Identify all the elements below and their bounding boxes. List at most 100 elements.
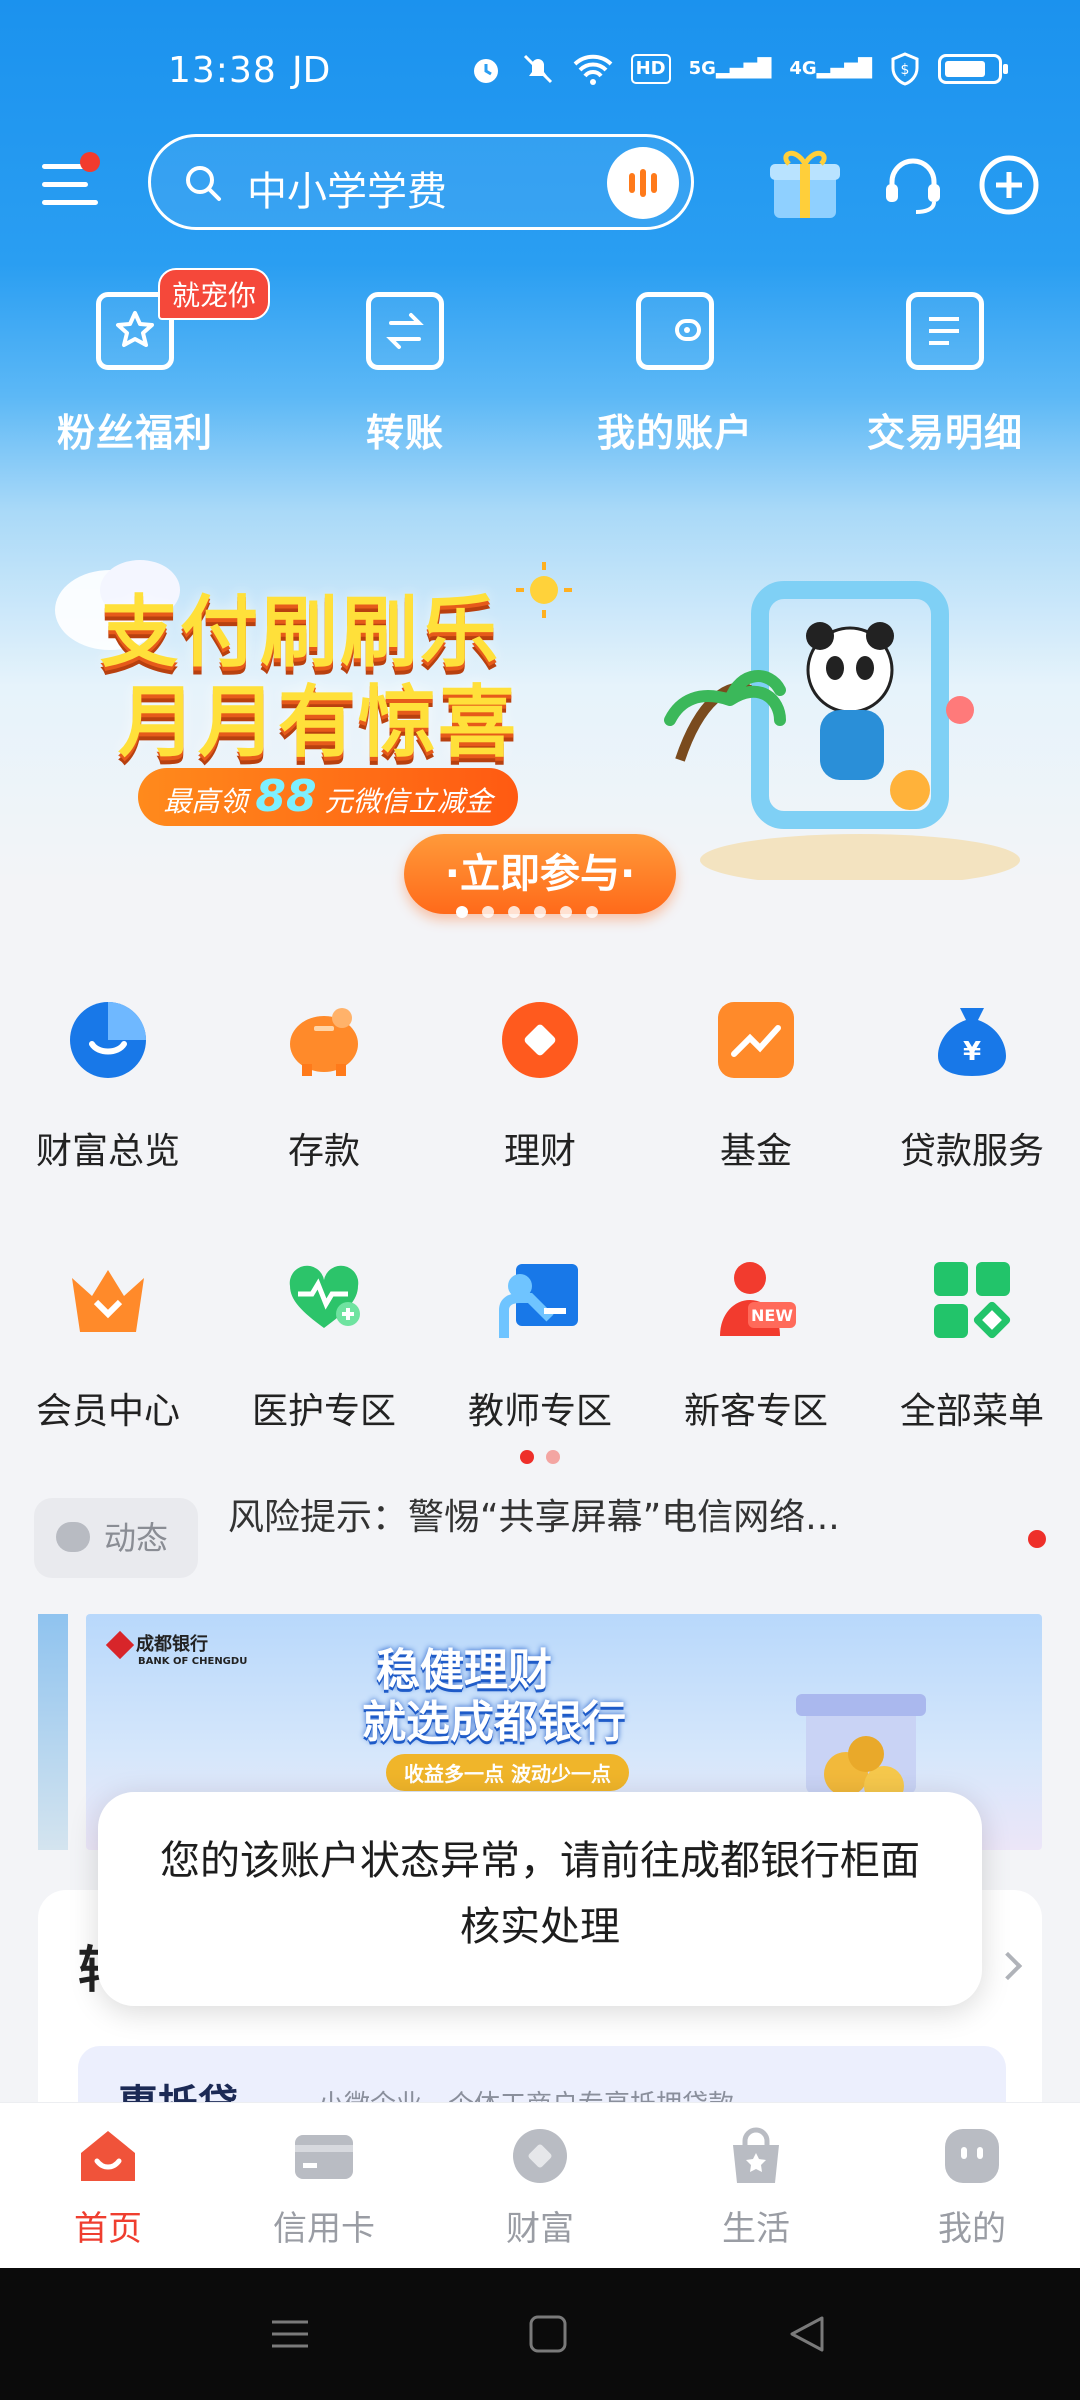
- tab-label: 首页: [74, 2209, 142, 2249]
- battery-icon: [938, 54, 1008, 84]
- crown-icon: [72, 1270, 144, 1332]
- menu-item-teacher[interactable]: 教师专区: [432, 1258, 648, 1434]
- ad-slogan: 收益多一点 波动少一点: [386, 1754, 629, 1791]
- menu-item-label: 医护专区: [251, 1391, 396, 1432]
- menu-item-deposit[interactable]: 存款: [216, 998, 432, 1174]
- voice-search-button[interactable]: [607, 147, 679, 219]
- menu-pager-dots: [520, 1450, 560, 1464]
- home-square-icon[interactable]: [528, 2314, 568, 2354]
- quick-action-label: 我的账户: [596, 411, 753, 455]
- home-icon: [81, 2131, 135, 2181]
- menu-item-label: 新客专区: [683, 1391, 828, 1432]
- quick-action-label: 粉丝福利: [56, 411, 213, 455]
- banner-sub-suffix: 元微信立减金: [324, 785, 493, 818]
- finance-icon: [502, 1002, 578, 1078]
- news-ticker[interactable]: 动态 风险提示：警惕“共享屏幕”电信网络...: [34, 1498, 1046, 1578]
- alarm-icon: [473, 59, 498, 83]
- menu-item-all-menu[interactable]: 全部菜单: [864, 1258, 1080, 1434]
- promo-banner[interactable]: 支付刷刷乐 月月有惊喜 最高领 88 元微信立减金 ·立即参与·: [0, 500, 1080, 920]
- recents-menu-icon[interactable]: [270, 2314, 310, 2354]
- bank-logo: 成都银行 BANK OF CHENGDU: [105, 1630, 248, 1667]
- menu-item-label: 存款: [287, 1131, 360, 1172]
- wallet-icon: [636, 292, 714, 370]
- menu-item-label: 基金: [719, 1131, 792, 1172]
- tab-mine[interactable]: 我的: [864, 2127, 1080, 2250]
- banner-title-line2: 月月有惊喜: [118, 678, 519, 768]
- menu-item-fund[interactable]: 基金: [648, 998, 864, 1174]
- new-customer-icon: NEW: [720, 1262, 796, 1336]
- menu-item-new-customer[interactable]: NEW 新客专区: [648, 1258, 864, 1434]
- search-placeholder: 中小学学费: [247, 169, 447, 215]
- join-now-button[interactable]: ·立即参与·: [404, 834, 676, 914]
- menu-item-member-center[interactable]: 会员中心: [0, 1258, 216, 1434]
- bottom-tab-bar: 首页 信用卡 财富 生活 我的: [0, 2102, 1080, 2268]
- tab-wealth[interactable]: 财富: [432, 2127, 648, 2250]
- gift-icon[interactable]: [760, 134, 850, 224]
- quick-action-transactions[interactable]: 交易明细: [810, 292, 1080, 457]
- menu-item-loan[interactable]: ¥ 贷款服务: [864, 998, 1080, 1174]
- transfer-icon: [366, 292, 444, 370]
- ad-carousel-prev-peek: [38, 1614, 68, 1850]
- menu-item-label: 会员中心: [35, 1391, 180, 1432]
- tab-label: 我的: [938, 2209, 1006, 2249]
- receipt-icon: [906, 292, 984, 370]
- sun-icon: [516, 562, 572, 618]
- pager-dot: [586, 906, 598, 918]
- pager-dot: [534, 906, 546, 918]
- banner-pager-dots: [456, 906, 598, 918]
- quick-action-transfer[interactable]: 转账: [270, 292, 540, 457]
- banner-subtitle: 最高领 88 元微信立减金: [138, 768, 518, 826]
- menu-item-label: 全部菜单: [899, 1391, 1044, 1432]
- quick-actions: 就宠你 粉丝福利 转账 我的账户 交易明细: [0, 268, 1080, 462]
- quick-action-label: 交易明细: [866, 411, 1023, 455]
- top-bar: 中小学学费: [0, 134, 1080, 230]
- menu-icon[interactable]: [42, 152, 102, 212]
- tab-label: 生活: [722, 2209, 790, 2249]
- wealth-icon: [513, 2129, 567, 2183]
- credit-card-icon: [295, 2135, 353, 2179]
- svg-text:¥: ¥: [963, 1037, 981, 1067]
- pager-dot: [546, 1450, 560, 1464]
- menu-item-label: 贷款服务: [899, 1131, 1044, 1172]
- medical-icon: [289, 1265, 360, 1328]
- status-carrier: JD: [292, 50, 331, 91]
- svg-text:NEW: NEW: [751, 1306, 793, 1325]
- chevron-right-icon[interactable]: [993, 1951, 1023, 1981]
- menu-item-wealth-overview[interactable]: 财富总览: [0, 998, 216, 1174]
- customer-service-icon[interactable]: [880, 152, 946, 218]
- menu-item-medical[interactable]: 医护专区: [216, 1258, 432, 1434]
- pager-dot: [456, 906, 468, 918]
- banner-sub-prefix: 最高领: [163, 785, 248, 818]
- tab-credit-card[interactable]: 信用卡: [216, 2127, 432, 2250]
- signal-5g-icon: 5G▂▄▆█: [688, 58, 772, 79]
- all-menu-icon: [934, 1262, 1011, 1339]
- quick-action-fans-welfare[interactable]: 就宠你 粉丝福利: [0, 268, 270, 457]
- search-input[interactable]: 中小学学费: [148, 134, 694, 230]
- profile-face-icon: [945, 2129, 999, 2183]
- quick-action-my-account[interactable]: 我的账户: [540, 292, 810, 457]
- news-tag-label: 动态: [104, 1519, 169, 1557]
- pager-dot-active: [520, 1450, 534, 1464]
- bank-logo-en: BANK OF CHENGDU: [138, 1656, 248, 1667]
- quick-action-label: 转账: [365, 411, 444, 455]
- add-icon[interactable]: [976, 152, 1042, 218]
- chat-bubble-icon: [56, 1522, 90, 1552]
- status-bar: 13:38 JD HD 5G▂▄▆█ 4G▂▄▆█ $: [0, 40, 1080, 104]
- pager-dot: [508, 906, 520, 918]
- panda-illustration: [664, 581, 1020, 880]
- menu-item-label: 财富总览: [35, 1131, 180, 1172]
- news-unread-dot: [1028, 1530, 1046, 1548]
- notification-dot: [80, 152, 100, 172]
- tab-label: 信用卡: [273, 2209, 375, 2249]
- teacher-icon: [499, 1264, 578, 1338]
- status-time: 13:38: [168, 50, 277, 91]
- back-triangle-icon[interactable]: [786, 2314, 826, 2354]
- news-tag: 动态: [34, 1498, 198, 1578]
- mute-icon: [523, 54, 552, 84]
- system-nav-bar: [0, 2268, 1080, 2400]
- tab-life[interactable]: 生活: [648, 2127, 864, 2250]
- menu-item-finance[interactable]: 理财: [432, 998, 648, 1174]
- money-bag-icon: ¥: [938, 1008, 1006, 1076]
- fans-badge: 就宠你: [158, 268, 270, 320]
- tab-home[interactable]: 首页: [0, 2127, 216, 2250]
